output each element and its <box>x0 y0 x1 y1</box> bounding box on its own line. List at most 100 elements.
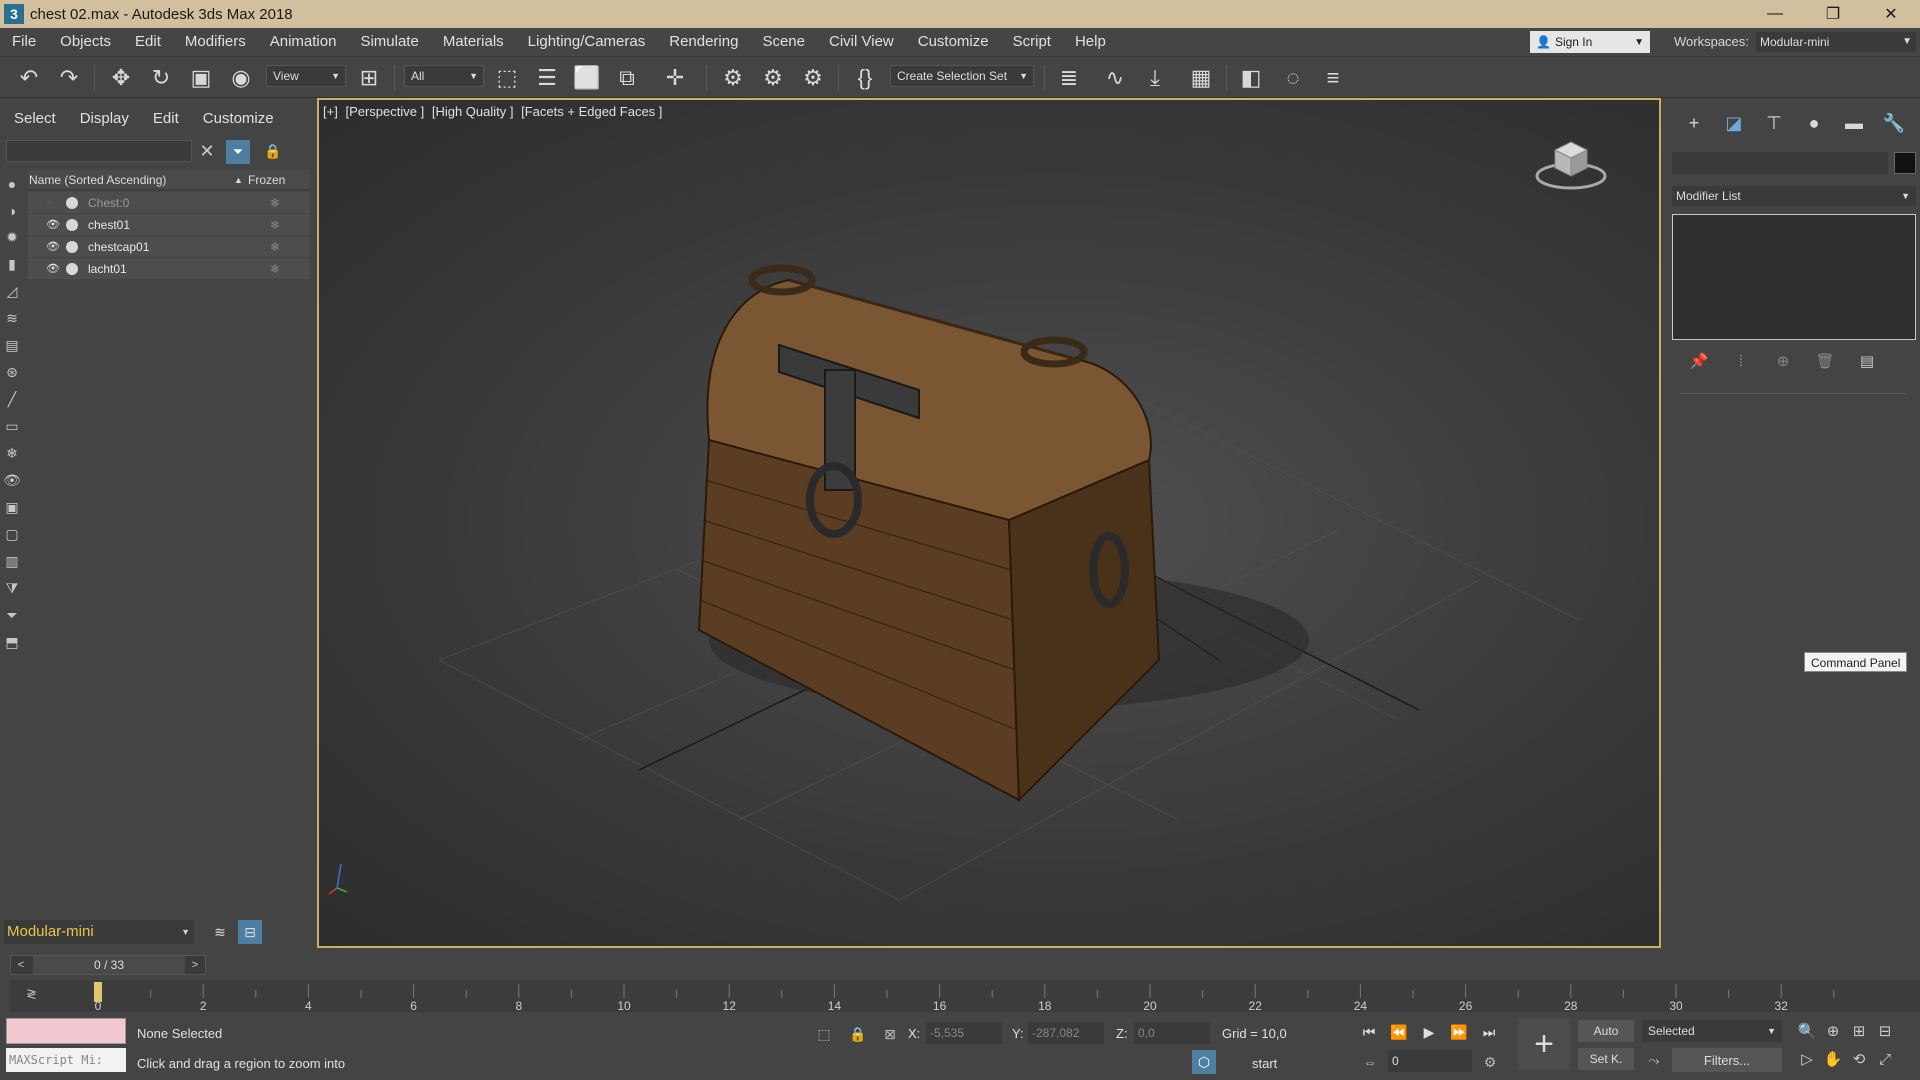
track-bar[interactable]: ≷ 0 2 4 6 8 10 12 14 16 18 20 22 24 26 28 30 32 <box>10 980 1920 1012</box>
undo-icon[interactable]: ↶ <box>14 63 44 93</box>
hidden-eye-icon[interactable]: ● <box>46 197 62 209</box>
zoom-icon[interactable]: 🔍 <box>1794 1018 1820 1044</box>
rotate-icon[interactable]: ↻ <box>146 63 176 93</box>
hierarchy-tab-icon[interactable]: ⊤ <box>1754 110 1794 136</box>
menu-scene[interactable]: Scene <box>750 28 817 56</box>
display-lights-icon[interactable]: ✹ <box>0 224 24 251</box>
named-selection-set-select[interactable]: Create Selection Set ▼ <box>890 65 1034 87</box>
display-xrefs-icon[interactable]: ⊛ <box>0 359 24 386</box>
move-icon[interactable]: ✥ <box>106 63 136 93</box>
restore-button[interactable]: ❐ <box>1804 0 1862 28</box>
time-slider[interactable]: < 0 / 33 > <box>10 955 206 975</box>
selection-filter-select[interactable]: All ▼ <box>404 65 484 87</box>
table-row[interactable]: 👁 lacht01 ❄ <box>28 258 310 280</box>
key-filter-select[interactable]: Selected ▼ <box>1642 1020 1782 1042</box>
workspace-select[interactable]: Modular-mini ▼ <box>1756 32 1916 52</box>
tab-select[interactable]: Select <box>0 110 66 132</box>
select-object-icon[interactable]: ⬚ <box>492 63 522 93</box>
zoom-all-icon[interactable]: ⊕ <box>1820 1018 1846 1044</box>
display-spacewarps-icon[interactable]: ≋ <box>0 305 24 332</box>
close-button[interactable]: ✕ <box>1862 0 1920 28</box>
filter-funnel-icon[interactable]: ⧩ <box>0 575 24 602</box>
display-invert-icon[interactable]: ▥ <box>0 548 24 575</box>
play-icon[interactable]: ▶ <box>1416 1020 1442 1044</box>
place-icon[interactable]: ◉ <box>226 63 256 93</box>
display-hidden-icon[interactable]: 👁 <box>0 467 24 494</box>
angle-snap-icon[interactable]: ⚙ <box>758 63 788 93</box>
viewcube-icon[interactable] <box>1531 128 1611 194</box>
display-geometry-icon[interactable]: ● <box>0 170 24 197</box>
sort-by-hierarchy-icon[interactable]: ⊟ <box>238 920 262 944</box>
time-configuration-icon[interactable]: ⚙ <box>1478 1050 1502 1074</box>
pivot-center-icon[interactable]: ⊞ <box>354 63 384 93</box>
display-frozen-icon[interactable]: ❄ <box>0 440 24 467</box>
modifier-stack[interactable] <box>1672 214 1916 340</box>
display-tab-icon[interactable]: ▬ <box>1834 110 1874 136</box>
explorer-workspace-select[interactable]: Modular-mini ▼ <box>4 920 194 944</box>
layer-explorer-icon[interactable]: ≣ <box>1054 63 1084 93</box>
zoom-extents-all-icon[interactable]: ⊟ <box>1872 1018 1898 1044</box>
default-in-out-tangents-icon[interactable]: ⤳ <box>1642 1048 1666 1072</box>
viewport-point-of-view-menu[interactable]: [Perspective ] <box>345 104 424 119</box>
menu-customize[interactable]: Customize <box>906 28 1001 56</box>
mirror-icon[interactable]: ◧ <box>1236 63 1266 93</box>
app-logo-icon[interactable]: 3 <box>4 4 24 24</box>
schematic-view-icon[interactable]: ⤓ <box>1140 63 1170 93</box>
key-mode-toggle-icon[interactable]: ⇔ <box>1358 1050 1382 1074</box>
create-tab-icon[interactable]: + <box>1674 110 1714 136</box>
align-icon[interactable]: ◌ <box>1278 63 1308 93</box>
snaps-toggle-icon[interactable]: ⚙ <box>718 63 748 93</box>
x-coordinate-field[interactable]: -5,535 <box>926 1022 1002 1044</box>
menu-edit[interactable]: Edit <box>123 28 173 56</box>
display-none-icon[interactable]: ▢ <box>0 521 24 548</box>
filter-icon[interactable]: ⏷ <box>226 140 250 164</box>
configure-modifier-sets-icon[interactable]: ▤ <box>1846 350 1888 372</box>
motion-tab-icon[interactable]: ● <box>1794 110 1834 136</box>
field-of-view-icon[interactable]: ▷ <box>1794 1046 1820 1072</box>
z-coordinate-field[interactable]: 0,0 <box>1134 1022 1210 1044</box>
display-helpers-icon[interactable]: ◿ <box>0 278 24 305</box>
make-unique-icon[interactable]: ⊕ <box>1762 350 1804 372</box>
go-to-start-icon[interactable]: ⏮ <box>1356 1020 1382 1044</box>
menu-lighting-cameras[interactable]: Lighting/Cameras <box>516 28 658 56</box>
orbit-icon[interactable]: ⟲ <box>1846 1046 1872 1072</box>
menu-materials[interactable]: Materials <box>431 28 516 56</box>
eye-icon[interactable]: 👁 <box>46 262 62 275</box>
column-name[interactable]: Name (Sorted Ascending) <box>28 173 238 187</box>
isolate-selection-icon[interactable]: ⬚ <box>812 1022 836 1046</box>
modifier-list-select[interactable]: Modifier List ▼ <box>1672 186 1916 206</box>
explorer-options-icon[interactable]: ⬒ <box>0 629 24 656</box>
eye-icon[interactable]: 👁 <box>46 240 62 253</box>
display-bones-icon[interactable]: ╱ <box>0 386 24 413</box>
display-containers-icon[interactable]: ▭ <box>0 413 24 440</box>
table-row[interactable]: 👁 chestcap01 ❄ <box>28 236 310 258</box>
eye-icon[interactable]: 👁 <box>46 218 62 231</box>
tab-display[interactable]: Display <box>66 110 139 132</box>
clear-search-icon[interactable]: ✕ <box>196 140 218 162</box>
previous-key-icon[interactable]: ⏪ <box>1386 1020 1412 1044</box>
maxscript-mini-listener[interactable]: MAXScript Mi: <box>6 1048 126 1072</box>
curve-editor-icon[interactable]: ∿ <box>1100 63 1130 93</box>
next-key-icon[interactable]: ⏩ <box>1446 1020 1472 1044</box>
filter-selected-icon[interactable]: ⏷ <box>0 602 24 629</box>
next-frame-button[interactable]: > <box>185 956 205 974</box>
menu-file[interactable]: File <box>0 28 48 56</box>
remove-modifier-icon[interactable]: 🗑 <box>1804 350 1846 372</box>
maxscript-listener-swatch[interactable] <box>6 1018 126 1044</box>
lock-icon[interactable]: 🔒 <box>262 140 284 162</box>
display-shapes-icon[interactable]: ◑ <box>0 197 24 224</box>
table-row[interactable]: 👁 chest01 ❄ <box>28 214 310 236</box>
maximize-viewport-icon[interactable]: ⤢ <box>1872 1046 1898 1072</box>
frozen-icon[interactable]: ❄ <box>270 262 280 276</box>
previous-frame-button[interactable]: < <box>11 956 31 974</box>
tab-edit[interactable]: Edit <box>139 110 189 132</box>
absolute-mode-icon[interactable]: ⊠ <box>878 1022 902 1046</box>
reference-coordinate-select[interactable]: View ▼ <box>266 65 346 87</box>
current-frame-field[interactable]: 0 <box>1388 1050 1472 1072</box>
menu-help[interactable]: Help <box>1063 28 1118 56</box>
menu-rendering[interactable]: Rendering <box>657 28 750 56</box>
frozen-icon[interactable]: ❄ <box>270 240 280 254</box>
viewport-general-menu[interactable]: [+] <box>323 104 338 119</box>
modify-tab-icon[interactable]: ◪ <box>1714 110 1754 136</box>
explorer-search-input[interactable] <box>6 140 192 162</box>
